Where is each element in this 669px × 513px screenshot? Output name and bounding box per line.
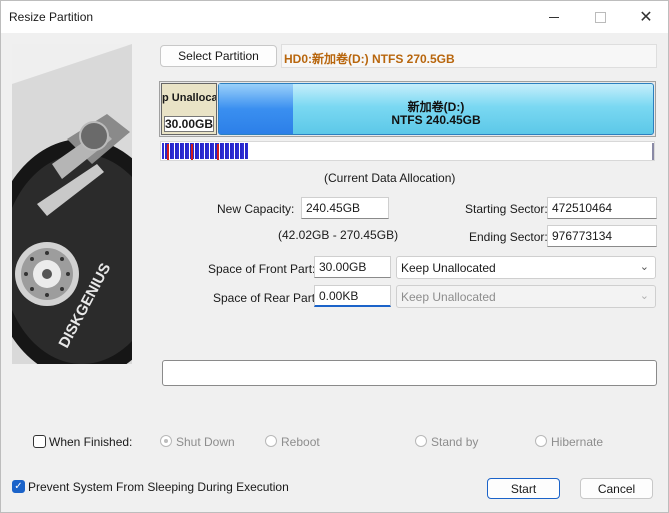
cancel-button[interactable]: Cancel: [580, 478, 653, 499]
unallocated-label: p Unalloca: [162, 92, 217, 104]
unallocated-size: 30.00GB: [164, 116, 214, 132]
allocation-marker: [167, 144, 169, 160]
new-capacity-label: New Capacity:: [217, 202, 295, 216]
ending-sector-input[interactable]: 976773134: [547, 225, 657, 247]
maximize-button[interactable]: [577, 1, 623, 33]
when-finished-checkbox[interactable]: [33, 435, 46, 448]
unallocated-block[interactable]: p Unalloca 30.00GB: [161, 83, 217, 135]
diskgenius-logo-image: DISKGENIUS: [12, 44, 132, 364]
data-allocation-strip: [160, 141, 655, 161]
shut-down-label: Shut Down: [176, 435, 235, 449]
capacity-range: (42.02GB - 270.45GB): [278, 228, 399, 242]
when-finished-label: When Finished:: [49, 435, 133, 449]
radio-hibernate[interactable]: [535, 435, 547, 447]
radio-reboot[interactable]: [265, 435, 277, 447]
disk-partition-map[interactable]: p Unalloca 30.00GB 新加卷(D:) NTFS 240.45GB: [159, 81, 656, 137]
partition-info: NTFS 240.45GB: [391, 113, 481, 127]
rear-space-input[interactable]: 0.00KB: [314, 285, 391, 307]
front-space-input[interactable]: 30.00GB: [314, 256, 391, 278]
allocation-usage: [162, 143, 248, 159]
rear-space-option-select[interactable]: Keep Unallocated ⌄: [396, 285, 656, 308]
start-button[interactable]: Start: [487, 478, 560, 499]
ending-sector-label: Ending Sector:: [469, 230, 548, 244]
partition-path: HD0:新加卷(D:) NTFS 270.5GB: [281, 44, 657, 68]
progress-bar: [162, 360, 657, 386]
title-bar: Resize Partition ✕: [1, 1, 668, 33]
front-space-option: Keep Unallocated: [401, 261, 496, 275]
resize-partition-dialog: Resize Partition ✕ DISKGENIUS Select Par…: [0, 0, 669, 513]
hibernate-label: Hibernate: [551, 435, 604, 449]
starting-sector-input[interactable]: 472510464: [547, 197, 657, 219]
radio-stand-by[interactable]: [415, 435, 427, 447]
allocation-marker: [217, 144, 219, 160]
partition-block[interactable]: 新加卷(D:) NTFS 240.45GB: [218, 83, 654, 135]
rear-space-option: Keep Unallocated: [401, 290, 496, 304]
allocation-caption: (Current Data Allocation): [324, 171, 456, 185]
allocation-marker: [191, 144, 193, 160]
allocation-end-marker: [652, 143, 654, 160]
new-capacity-input[interactable]: 240.45GB: [301, 197, 389, 219]
stand-by-label: Stand by: [431, 435, 479, 449]
starting-sector-label: Starting Sector:: [465, 202, 548, 216]
chevron-down-icon: ⌄: [639, 290, 649, 302]
select-partition-button[interactable]: Select Partition: [160, 45, 277, 67]
front-space-label: Space of Front Part:: [208, 262, 316, 276]
window-title: Resize Partition: [9, 10, 94, 24]
radio-shut-down[interactable]: [160, 435, 172, 447]
rear-space-label: Space of Rear Part:: [213, 291, 319, 305]
reboot-label: Reboot: [281, 435, 320, 449]
front-space-option-select[interactable]: Keep Unallocated ⌄: [396, 256, 656, 279]
minimize-button[interactable]: [531, 1, 577, 33]
chevron-down-icon: ⌄: [639, 261, 649, 273]
close-icon[interactable]: ✕: [623, 1, 669, 33]
prevent-sleep-checkbox[interactable]: ✓: [12, 480, 25, 493]
prevent-sleep-label: Prevent System From Sleeping During Exec…: [28, 480, 289, 494]
